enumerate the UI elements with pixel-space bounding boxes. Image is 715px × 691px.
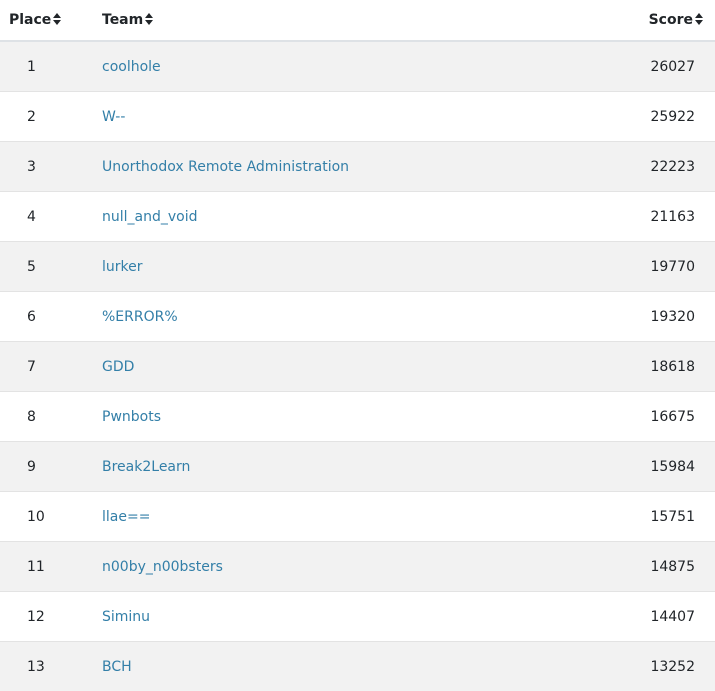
table-row: 9 Break2Learn 15984 (0, 442, 715, 492)
place-cell: 3 (0, 142, 102, 192)
team-link[interactable]: Pwnbots (102, 409, 161, 425)
team-cell: GDD (102, 342, 615, 392)
score-cell: 16675 (615, 392, 715, 442)
score-cell: 18618 (615, 342, 715, 392)
team-cell: Break2Learn (102, 442, 615, 492)
team-link[interactable]: coolhole (102, 59, 161, 75)
table-row: 2 W-- 25922 (0, 92, 715, 142)
team-link[interactable]: %ERROR% (102, 309, 178, 325)
place-cell: 5 (0, 242, 102, 292)
scoreboard-table: Place Team Score 1 coolhole 26027 2 W-- … (0, 0, 715, 691)
table-row: 12 Siminu 14407 (0, 592, 715, 642)
place-cell: 2 (0, 92, 102, 142)
scoreboard-header: Place Team Score (0, 0, 715, 41)
score-cell: 21163 (615, 192, 715, 242)
score-header-label: Score (649, 12, 693, 28)
table-row: 6 %ERROR% 19320 (0, 292, 715, 342)
score-cell: 19320 (615, 292, 715, 342)
table-row: 11 n00by_n00bsters 14875 (0, 542, 715, 592)
place-header-label: Place (9, 12, 51, 28)
team-link[interactable]: null_and_void (102, 209, 198, 225)
score-cell: 15751 (615, 492, 715, 542)
team-link[interactable]: Break2Learn (102, 459, 190, 475)
team-link[interactable]: BCH (102, 659, 132, 675)
table-row: 7 GDD 18618 (0, 342, 715, 392)
team-cell: W-- (102, 92, 615, 142)
team-cell: BCH (102, 642, 615, 691)
place-cell: 12 (0, 592, 102, 642)
sort-icon (145, 13, 153, 25)
header-row: Place Team Score (0, 0, 715, 41)
sort-icon (53, 13, 61, 25)
team-cell: null_and_void (102, 192, 615, 242)
team-cell: coolhole (102, 41, 615, 92)
sort-icon (695, 13, 703, 25)
table-row: 3 Unorthodox Remote Administration 22223 (0, 142, 715, 192)
table-row: 4 null_and_void 21163 (0, 192, 715, 242)
score-cell: 14407 (615, 592, 715, 642)
score-cell: 15984 (615, 442, 715, 492)
team-link[interactable]: llae== (102, 509, 150, 525)
team-cell: Siminu (102, 592, 615, 642)
place-cell: 8 (0, 392, 102, 442)
place-cell: 7 (0, 342, 102, 392)
team-cell: n00by_n00bsters (102, 542, 615, 592)
place-cell: 10 (0, 492, 102, 542)
place-cell: 6 (0, 292, 102, 342)
place-cell: 1 (0, 41, 102, 92)
team-link[interactable]: lurker (102, 259, 143, 275)
score-cell: 14875 (615, 542, 715, 592)
place-cell: 9 (0, 442, 102, 492)
score-cell: 25922 (615, 92, 715, 142)
team-cell: Pwnbots (102, 392, 615, 442)
table-row: 5 lurker 19770 (0, 242, 715, 292)
score-cell: 26027 (615, 41, 715, 92)
place-cell: 11 (0, 542, 102, 592)
team-cell: %ERROR% (102, 292, 615, 342)
team-column-header[interactable]: Team (102, 0, 615, 41)
table-row: 13 BCH 13252 (0, 642, 715, 691)
team-header-label: Team (102, 12, 143, 28)
table-row: 10 llae== 15751 (0, 492, 715, 542)
team-link[interactable]: Siminu (102, 609, 150, 625)
team-link[interactable]: W-- (102, 109, 125, 125)
score-column-header[interactable]: Score (615, 0, 715, 41)
place-cell: 13 (0, 642, 102, 691)
score-cell: 13252 (615, 642, 715, 691)
table-row: 1 coolhole 26027 (0, 41, 715, 92)
team-link[interactable]: Unorthodox Remote Administration (102, 159, 349, 175)
team-cell: lurker (102, 242, 615, 292)
place-column-header[interactable]: Place (0, 0, 102, 41)
table-row: 8 Pwnbots 16675 (0, 392, 715, 442)
team-link[interactable]: GDD (102, 359, 134, 375)
scoreboard-body: 1 coolhole 26027 2 W-- 25922 3 Unorthodo… (0, 41, 715, 691)
place-cell: 4 (0, 192, 102, 242)
score-cell: 19770 (615, 242, 715, 292)
team-link[interactable]: n00by_n00bsters (102, 559, 223, 575)
score-cell: 22223 (615, 142, 715, 192)
team-cell: Unorthodox Remote Administration (102, 142, 615, 192)
team-cell: llae== (102, 492, 615, 542)
